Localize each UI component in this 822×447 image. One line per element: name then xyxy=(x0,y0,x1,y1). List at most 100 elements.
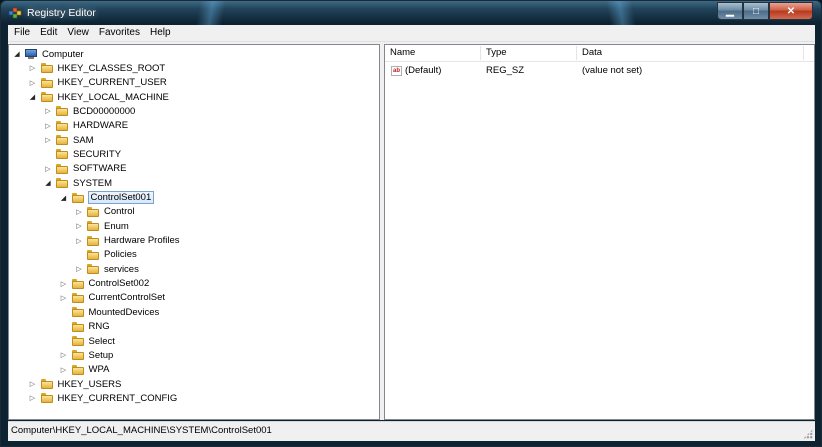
minimize-button[interactable]: ▁ xyxy=(717,2,743,20)
folder-icon xyxy=(56,135,68,146)
tree-item-label: Enum xyxy=(104,220,129,232)
tree-item-label: RNG xyxy=(88,321,110,333)
column-divider[interactable] xyxy=(803,46,804,60)
tree-item[interactable]: ▷ Enum xyxy=(75,219,130,233)
tree-item[interactable]: ▷ BCD00000000 xyxy=(44,104,136,118)
close-button[interactable]: ✕ xyxy=(769,2,813,20)
tree-item[interactable]: Policies xyxy=(75,248,138,262)
tree-item[interactable]: ◢ HKEY_LOCAL_MACHINE xyxy=(29,90,170,104)
tree-item-label: BCD00000000 xyxy=(73,105,136,117)
expand-arrow-icon[interactable]: ▷ xyxy=(75,208,83,216)
folder-icon xyxy=(56,120,68,131)
tree-item[interactable]: ▷ HKEY_USERS xyxy=(29,377,123,391)
tree-item[interactable]: ▷ SOFTWARE xyxy=(44,162,127,176)
status-path: Computer\HKEY_LOCAL_MACHINE\SYSTEM\Contr… xyxy=(11,425,272,436)
tree-item[interactable]: ▷ HARDWARE xyxy=(44,119,129,133)
tree-item-label: Computer xyxy=(42,48,84,60)
folder-icon xyxy=(71,321,84,332)
collapse-arrow-icon[interactable]: ◢ xyxy=(13,50,21,58)
column-header-name[interactable]: Name xyxy=(385,45,481,61)
tree-item[interactable]: ▷ Setup xyxy=(60,348,115,362)
tree-item[interactable]: MountedDevices xyxy=(60,305,161,319)
expand-arrow-icon[interactable]: ▷ xyxy=(75,265,83,273)
tree-item[interactable]: Select xyxy=(60,334,116,348)
tree-item[interactable]: ◢ Computer xyxy=(13,47,85,61)
folder-icon xyxy=(87,235,99,246)
tree-item-label: MountedDevices xyxy=(88,306,160,318)
column-header-data[interactable]: Data xyxy=(577,45,803,61)
tree-item-label: Hardware Profiles xyxy=(104,235,180,247)
tree-item[interactable]: ▷ WPA xyxy=(60,363,111,377)
tree-item[interactable]: RNG xyxy=(60,320,111,334)
close-icon: ✕ xyxy=(786,5,796,17)
menu-edit[interactable]: Edit xyxy=(35,25,62,41)
maximize-button[interactable]: □ xyxy=(743,2,769,20)
tree-item[interactable]: ▷ ControlSet002 xyxy=(60,277,151,291)
expand-arrow-icon[interactable]: ▷ xyxy=(29,79,37,87)
collapse-arrow-icon[interactable]: ◢ xyxy=(29,93,37,101)
tree-item-label: HARDWARE xyxy=(73,120,129,132)
folder-icon xyxy=(71,350,84,361)
tree-item-label: HKEY_CURRENT_USER xyxy=(57,77,167,89)
value-name: (Default) xyxy=(405,65,442,76)
tree-item-label: Setup xyxy=(88,349,114,361)
folder-icon xyxy=(40,393,53,404)
expand-arrow-icon[interactable]: ▷ xyxy=(29,394,37,402)
tree-item-label: HKEY_CURRENT_CONFIG xyxy=(57,392,178,404)
menu-file[interactable]: File xyxy=(8,25,35,41)
expand-arrow-icon[interactable]: ▷ xyxy=(29,64,37,72)
collapse-arrow-icon[interactable]: ◢ xyxy=(44,179,52,187)
computer-icon xyxy=(25,48,37,60)
tree-item-label: SAM xyxy=(73,134,94,146)
tree-item[interactable]: ▷ CurrentControlSet xyxy=(60,291,167,305)
tree-item-label: Policies xyxy=(104,249,137,261)
expand-arrow-icon[interactable]: ▷ xyxy=(60,280,68,288)
folder-icon xyxy=(56,163,68,174)
caption-buttons: ▁ □ ✕ xyxy=(717,2,813,20)
tree-item[interactable]: ▷ services xyxy=(75,262,140,276)
tree-item[interactable]: ◢ SYSTEM xyxy=(44,176,113,190)
folder-icon xyxy=(40,77,53,88)
resize-grip[interactable] xyxy=(803,429,813,439)
registry-tree[interactable]: ◢ Computer ▷ HKEY_CLASSES_ROOT ▷ HKEY_CURRENT… xyxy=(8,44,380,420)
folder-icon xyxy=(71,307,84,318)
values-list[interactable]: Name Type Data ab (Default) REG_SZ (valu… xyxy=(384,44,815,420)
folder-icon xyxy=(71,192,84,203)
list-header: Name Type Data xyxy=(385,45,814,62)
expand-arrow-icon[interactable]: ▷ xyxy=(44,107,52,115)
menu-help[interactable]: Help xyxy=(145,25,176,41)
registry-editor-window: Registry Editor ▁ □ ✕ File Edit View Fav… xyxy=(0,0,822,447)
registry-editor-app-icon xyxy=(8,7,22,19)
expand-arrow-icon[interactable]: ▷ xyxy=(29,380,37,388)
tree-item[interactable]: SECURITY xyxy=(44,147,122,161)
list-item[interactable]: ab (Default) REG_SZ (value not set) xyxy=(385,63,814,79)
expand-arrow-icon[interactable]: ▷ xyxy=(60,351,68,359)
folder-icon xyxy=(87,264,99,275)
tree-item[interactable]: ▷ HKEY_CURRENT_USER xyxy=(29,76,168,90)
menu-favorites[interactable]: Favorites xyxy=(94,25,145,41)
title-bar[interactable]: Registry Editor ▁ □ ✕ xyxy=(1,1,821,25)
tree-item[interactable]: ▷ Control xyxy=(75,205,136,219)
expand-arrow-icon[interactable]: ▷ xyxy=(44,122,52,130)
expand-arrow-icon[interactable]: ▷ xyxy=(75,237,83,245)
folder-icon xyxy=(71,336,84,346)
menu-bar: File Edit View Favorites Help xyxy=(8,25,815,42)
folder-icon xyxy=(87,221,99,232)
folder-icon xyxy=(87,206,99,217)
folder-icon xyxy=(71,364,84,375)
folder-icon xyxy=(71,278,84,289)
expand-arrow-icon[interactable]: ▷ xyxy=(60,366,68,374)
tree-item[interactable]: ◢ ControlSet001 xyxy=(60,191,155,205)
column-header-type[interactable]: Type xyxy=(481,45,577,61)
expand-arrow-icon[interactable]: ▷ xyxy=(44,136,52,144)
tree-item[interactable]: ▷ SAM xyxy=(44,133,95,147)
menu-view[interactable]: View xyxy=(62,25,94,41)
expand-arrow-icon[interactable]: ▷ xyxy=(44,165,52,173)
tree-item-label: SYSTEM xyxy=(73,177,113,189)
expand-arrow-icon[interactable]: ▷ xyxy=(60,294,68,302)
collapse-arrow-icon[interactable]: ◢ xyxy=(60,194,68,202)
tree-item[interactable]: ▷ HKEY_CURRENT_CONFIG xyxy=(29,391,179,405)
tree-item[interactable]: ▷ Hardware Profiles xyxy=(75,234,181,248)
expand-arrow-icon[interactable]: ▷ xyxy=(75,222,83,230)
tree-item[interactable]: ▷ HKEY_CLASSES_ROOT xyxy=(29,61,167,75)
